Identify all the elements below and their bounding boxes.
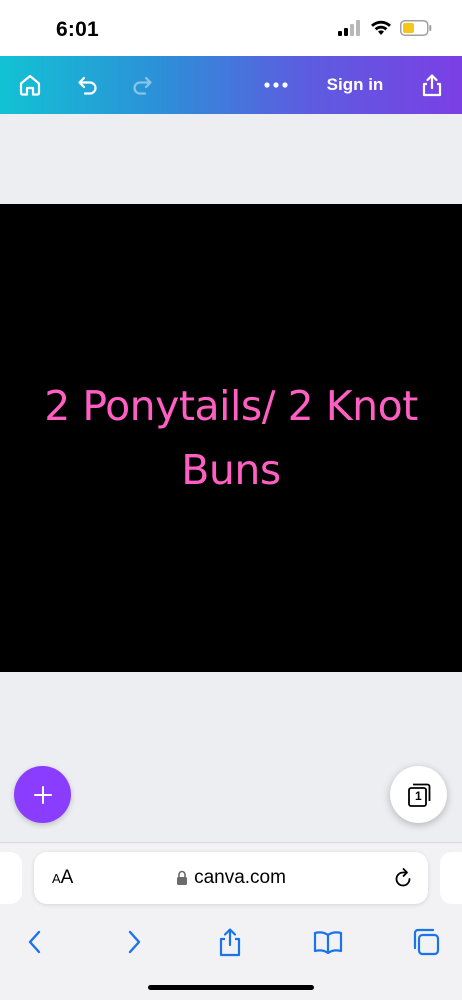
page-count: 1 [415, 789, 422, 803]
more-options-button[interactable] [254, 56, 298, 114]
sign-in-button[interactable]: Sign in [320, 56, 390, 114]
design-text-line: Buns [181, 446, 281, 494]
plus-icon [33, 785, 52, 804]
share-icon [219, 928, 241, 957]
forward-icon [128, 930, 141, 954]
reload-icon[interactable] [392, 866, 414, 890]
pages-button[interactable]: 1 [390, 766, 447, 823]
address-bar[interactable]: AA canva.com [34, 852, 428, 904]
forward-button[interactable] [114, 920, 154, 964]
url-text: canva.com [194, 867, 286, 888]
tabs-button[interactable] [406, 920, 446, 964]
add-element-button[interactable] [14, 766, 71, 823]
redo-icon [133, 76, 152, 95]
share-button[interactable] [410, 56, 454, 114]
url-display: canva.com [34, 852, 428, 904]
next-tab-peek[interactable] [440, 852, 462, 904]
back-icon [28, 930, 41, 954]
design-text-box[interactable]: 2 Ponytails/ 2 Knot Buns [0, 374, 462, 502]
more-icon [264, 82, 288, 88]
status-time: 6:01 [56, 18, 99, 41]
editor-toolbar: Sign in [0, 56, 462, 114]
design-text-line: 2 Ponytails/ 2 Knot [44, 382, 418, 430]
tabs-icon [413, 928, 440, 956]
wifi-icon [371, 20, 391, 35]
editor-canvas-area: 2 Ponytails/ 2 Knot Buns 1 [0, 114, 462, 842]
battery-icon [400, 20, 432, 36]
undo-icon [78, 76, 97, 95]
bookmarks-icon [313, 931, 343, 955]
redo-button[interactable] [120, 56, 164, 114]
status-icons [338, 20, 432, 36]
bookmarks-button[interactable] [308, 920, 348, 964]
undo-button[interactable] [66, 56, 110, 114]
home-button[interactable] [8, 56, 52, 114]
design-page[interactable]: 2 Ponytails/ 2 Knot Buns [0, 204, 462, 672]
browser-share-button[interactable] [210, 920, 250, 964]
home-icon [19, 74, 41, 96]
share-icon [422, 74, 442, 97]
lock-icon [177, 870, 188, 885]
previous-tab-peek[interactable] [0, 852, 22, 904]
status-bar: 6:01 [0, 0, 462, 56]
browser-address-area: AA canva.com [0, 842, 462, 912]
back-button[interactable] [15, 920, 55, 964]
cellular-signal-icon [338, 20, 360, 36]
home-indicator[interactable] [148, 985, 314, 990]
